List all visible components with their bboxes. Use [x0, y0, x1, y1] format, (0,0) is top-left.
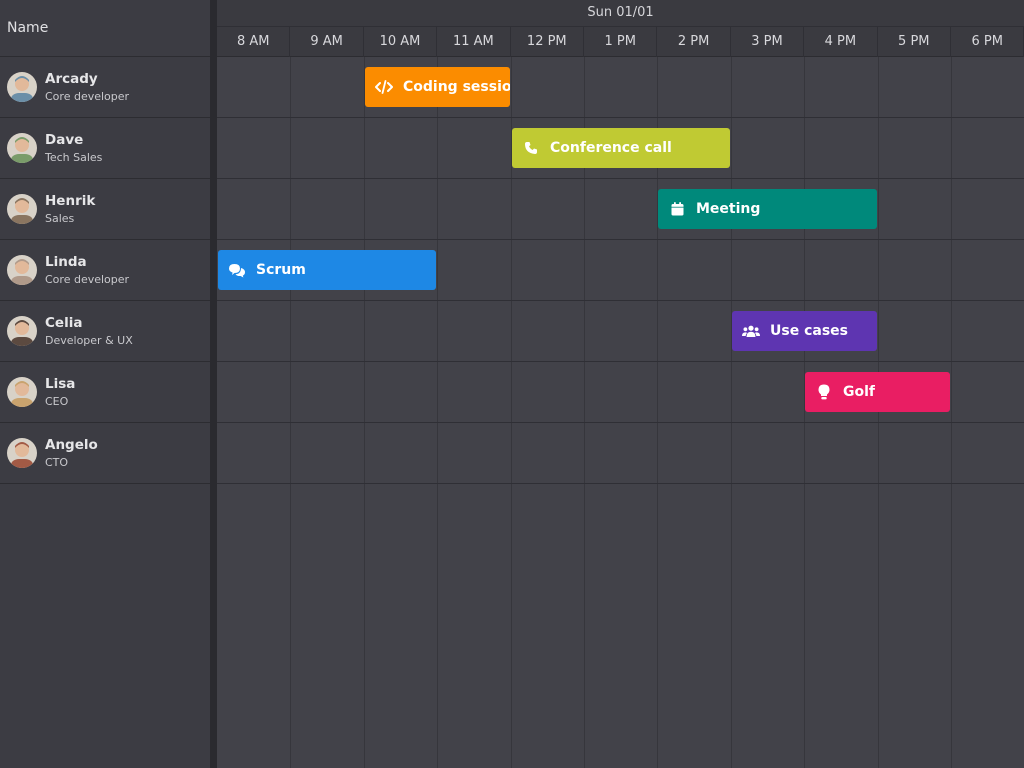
- scheduler: Name Arcady Core developer Dave Tech Sales H…: [0, 0, 1024, 768]
- event-scrum[interactable]: Scrum: [218, 250, 436, 290]
- resource-name: Henrik: [45, 192, 96, 209]
- grid-row-line: [217, 361, 1024, 362]
- resource-list: Arcady Core developer Dave Tech Sales Henrik…: [0, 57, 210, 484]
- event-title: Use cases: [770, 323, 848, 339]
- hour-label: 1 PM: [584, 27, 658, 57]
- resource-name: Linda: [45, 253, 87, 270]
- timeline: Sun 01/01 8 AM 9 AM 10 AM 11 AM 12 PM 1 PM 2 P…: [217, 0, 1024, 768]
- avatar: [7, 133, 37, 163]
- avatar: [7, 255, 37, 285]
- hour-label: 11 AM: [437, 27, 511, 57]
- avatar: [7, 72, 37, 102]
- resource-name: Arcady: [45, 70, 98, 87]
- resource-role: Core developer: [45, 272, 130, 286]
- grid-column-line: [290, 57, 291, 768]
- event-meeting[interactable]: Meeting: [658, 189, 877, 229]
- resource-row[interactable]: Linda Core developer: [0, 240, 210, 301]
- grid-row-line: [217, 300, 1024, 301]
- grid-column-line: [364, 57, 365, 768]
- resource-role: Core developer: [45, 89, 130, 103]
- resource-role: CEO: [45, 394, 69, 408]
- chat-icon: [228, 262, 246, 278]
- resource-role: CTO: [45, 455, 69, 469]
- event-golf[interactable]: Golf: [805, 372, 950, 412]
- hour-label: 12 PM: [511, 27, 584, 57]
- avatar: [7, 316, 37, 346]
- schedule-grid[interactable]: Coding session Conference call Meeting Scru…: [217, 57, 1024, 768]
- grid-row-line: [217, 117, 1024, 118]
- event-title: Conference call: [550, 140, 672, 156]
- grid-column-line: [731, 57, 732, 768]
- day-label: Sun 01/01: [587, 5, 654, 20]
- lightbulb-icon: [815, 384, 833, 400]
- grid-row-line: [217, 483, 1024, 484]
- grid-row-line: [217, 422, 1024, 423]
- resource-name: Dave: [45, 131, 84, 148]
- resource-name: Angelo: [45, 436, 98, 453]
- event-title: Scrum: [256, 262, 306, 278]
- resource-row[interactable]: Henrik Sales: [0, 179, 210, 240]
- resource-role: Developer & UX: [45, 333, 133, 347]
- resource-row[interactable]: Angelo CTO: [0, 423, 210, 484]
- panel-splitter[interactable]: [210, 0, 217, 768]
- avatar: [7, 438, 37, 468]
- users-icon: [742, 323, 760, 339]
- event-use-cases[interactable]: Use cases: [732, 311, 877, 351]
- resource-row[interactable]: Arcady Core developer: [0, 57, 210, 118]
- name-column-header[interactable]: Name: [0, 0, 210, 57]
- code-icon: [375, 79, 393, 95]
- grid-column-line: [951, 57, 952, 768]
- event-title: Golf: [843, 384, 875, 400]
- event-title: Coding session: [403, 79, 510, 95]
- grid-row-line: [217, 239, 1024, 240]
- hour-label: 6 PM: [951, 27, 1024, 57]
- hour-label: 3 PM: [731, 27, 805, 57]
- event-conference-call[interactable]: Conference call: [512, 128, 730, 168]
- name-column-title: Name: [7, 20, 49, 36]
- event-coding-session[interactable]: Coding session: [365, 67, 510, 107]
- resource-role: Sales: [45, 211, 75, 225]
- hour-label: 5 PM: [878, 27, 951, 57]
- avatar: [7, 194, 37, 224]
- grid-column-line: [437, 57, 438, 768]
- grid-row-line: [217, 178, 1024, 179]
- grid-column-line: [878, 57, 879, 768]
- resource-row[interactable]: Dave Tech Sales: [0, 118, 210, 179]
- hour-label: 9 AM: [290, 27, 364, 57]
- hour-header: 8 AM 9 AM 10 AM 11 AM 12 PM 1 PM 2 PM 3 PM 4 PM 5…: [217, 27, 1024, 57]
- resource-name: Lisa: [45, 375, 76, 392]
- avatar: [7, 377, 37, 407]
- resource-name: Celia: [45, 314, 83, 331]
- calendar-icon: [668, 201, 686, 217]
- day-header: Sun 01/01: [217, 0, 1024, 27]
- resource-row[interactable]: Celia Developer & UX: [0, 301, 210, 362]
- hour-label: 2 PM: [657, 27, 731, 57]
- resource-role: Tech Sales: [45, 150, 103, 164]
- hour-label: 8 AM: [217, 27, 291, 57]
- resource-panel: Name Arcady Core developer Dave Tech Sales H…: [0, 0, 210, 768]
- event-title: Meeting: [696, 201, 761, 217]
- hour-label: 4 PM: [804, 27, 878, 57]
- grid-column-line: [804, 57, 805, 768]
- hour-label: 10 AM: [364, 27, 438, 57]
- phone-icon: [522, 140, 540, 156]
- resource-row[interactable]: Lisa CEO: [0, 362, 210, 423]
